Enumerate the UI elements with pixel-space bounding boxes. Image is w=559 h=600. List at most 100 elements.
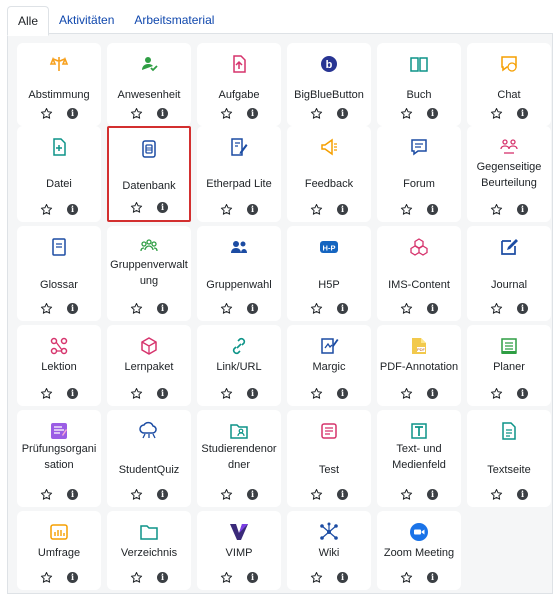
module-card-forum[interactable]: Forum i [377,126,461,222]
star-icon[interactable] [490,387,503,400]
star-icon[interactable] [40,488,53,501]
module-card-margic[interactable]: Margic i [287,325,371,406]
star-icon[interactable] [490,203,503,216]
module-card-aufgabe[interactable]: Aufgabe i [197,43,281,126]
info-icon[interactable]: i [67,107,78,119]
star-icon[interactable] [220,488,233,501]
module-card-datenbank[interactable]: Datenbank i [107,126,191,222]
star-icon[interactable] [130,571,143,584]
module-card-test[interactable]: Test i [287,410,371,507]
module-card-lektion[interactable]: Lektion i [17,325,101,406]
star-icon[interactable] [40,107,53,120]
star-icon[interactable] [220,302,233,315]
module-card-prüfungsorganisation[interactable]: Prüfungsorganisation i [17,410,101,507]
info-icon[interactable]: i [67,387,78,399]
info-icon[interactable]: i [157,387,168,399]
module-card-datei[interactable]: Datei i [17,126,101,222]
module-card-glossar[interactable]: Glossar i [17,226,101,321]
star-icon[interactable] [400,107,413,120]
info-icon[interactable]: i [247,571,258,583]
module-card-studierendenordner[interactable]: Studierendenordner i [197,410,281,507]
info-icon[interactable]: i [427,107,438,119]
info-icon[interactable]: i [337,571,348,583]
info-icon[interactable]: i [427,387,438,399]
star-icon[interactable] [400,488,413,501]
star-icon[interactable] [400,387,413,400]
module-card-buch[interactable]: Buch i [377,43,461,126]
module-card-chat[interactable]: Chat i [467,43,551,126]
star-icon[interactable] [400,302,413,315]
module-card-etherpad-lite[interactable]: Etherpad Lite i [197,126,281,222]
module-card-feedback[interactable]: Feedback i [287,126,371,222]
info-icon[interactable]: i [67,203,78,215]
module-card-studentquiz[interactable]: StudentQuiz i [107,410,191,507]
star-icon[interactable] [400,571,413,584]
info-icon[interactable]: i [157,107,168,119]
info-icon[interactable]: i [517,488,528,500]
module-card-ims-content[interactable]: IMS-Content i [377,226,461,321]
star-icon[interactable] [130,488,143,501]
info-icon[interactable]: i [517,107,528,119]
info-icon[interactable]: i [337,387,348,399]
module-card-umfrage[interactable]: Umfrage i [17,511,101,590]
star-icon[interactable] [310,488,323,501]
tab-activities[interactable]: Aktivitäten [49,6,124,34]
star-icon[interactable] [310,107,323,120]
star-icon[interactable] [220,107,233,120]
star-icon[interactable] [310,203,323,216]
star-icon[interactable] [490,107,503,120]
module-card-verzeichnis[interactable]: Verzeichnis i [107,511,191,590]
module-card-bigbluebutton[interactable]: b BigBlueButton i [287,43,371,126]
info-icon[interactable]: i [337,203,348,215]
info-icon[interactable]: i [427,203,438,215]
info-icon[interactable]: i [247,107,258,119]
star-icon[interactable] [130,302,143,315]
info-icon[interactable]: i [427,571,438,583]
module-card-gegenseitige-beurteilung[interactable]: Gegenseitige Beurteilung i [467,126,551,222]
info-icon[interactable]: i [517,203,528,215]
module-card-gruppenverwaltung[interactable]: Gruppenverwaltung i [107,226,191,321]
info-icon[interactable]: i [427,488,438,500]
module-card-text-und-medienfeld[interactable]: Text- und Medienfeld i [377,410,461,507]
info-icon[interactable]: i [67,488,78,500]
star-icon[interactable] [130,107,143,120]
module-card-journal[interactable]: Journal i [467,226,551,321]
star-icon[interactable] [130,201,143,214]
module-card-planer[interactable]: Planer i [467,325,551,406]
module-card-lernpaket[interactable]: Lernpaket i [107,325,191,406]
module-card-zoom-meeting[interactable]: Zoom Meeting i [377,511,461,590]
star-icon[interactable] [310,571,323,584]
module-card-vimp[interactable]: VIMP i [197,511,281,590]
star-icon[interactable] [490,488,503,501]
module-card-pdf-annotation[interactable]: PDF PDF-Annotation i [377,325,461,406]
star-icon[interactable] [40,387,53,400]
module-card-wiki[interactable]: Wiki i [287,511,371,590]
module-card-anwesenheit[interactable]: Anwesenheit i [107,43,191,126]
info-icon[interactable]: i [517,387,528,399]
star-icon[interactable] [310,302,323,315]
info-icon[interactable]: i [157,571,168,583]
star-icon[interactable] [220,387,233,400]
star-icon[interactable] [310,387,323,400]
info-icon[interactable]: i [427,302,438,314]
star-icon[interactable] [40,203,53,216]
info-icon[interactable]: i [67,571,78,583]
star-icon[interactable] [490,302,503,315]
info-icon[interactable]: i [337,302,348,314]
info-icon[interactable]: i [517,302,528,314]
info-icon[interactable]: i [247,203,258,215]
info-icon[interactable]: i [247,488,258,500]
module-card-abstimmung[interactable]: Abstimmung i [17,43,101,126]
star-icon[interactable] [40,302,53,315]
info-icon[interactable]: i [247,387,258,399]
info-icon[interactable]: i [337,107,348,119]
info-icon[interactable]: i [157,302,168,314]
info-icon[interactable]: i [337,488,348,500]
module-card-gruppenwahl[interactable]: Gruppenwahl i [197,226,281,321]
module-card-h5p[interactable]: H-P H5P i [287,226,371,321]
module-card-link-url[interactable]: Link/URL i [197,325,281,406]
module-card-textseite[interactable]: Textseite i [467,410,551,507]
star-icon[interactable] [400,203,413,216]
info-icon[interactable]: i [247,302,258,314]
tab-resources[interactable]: Arbeitsmaterial [124,6,224,34]
